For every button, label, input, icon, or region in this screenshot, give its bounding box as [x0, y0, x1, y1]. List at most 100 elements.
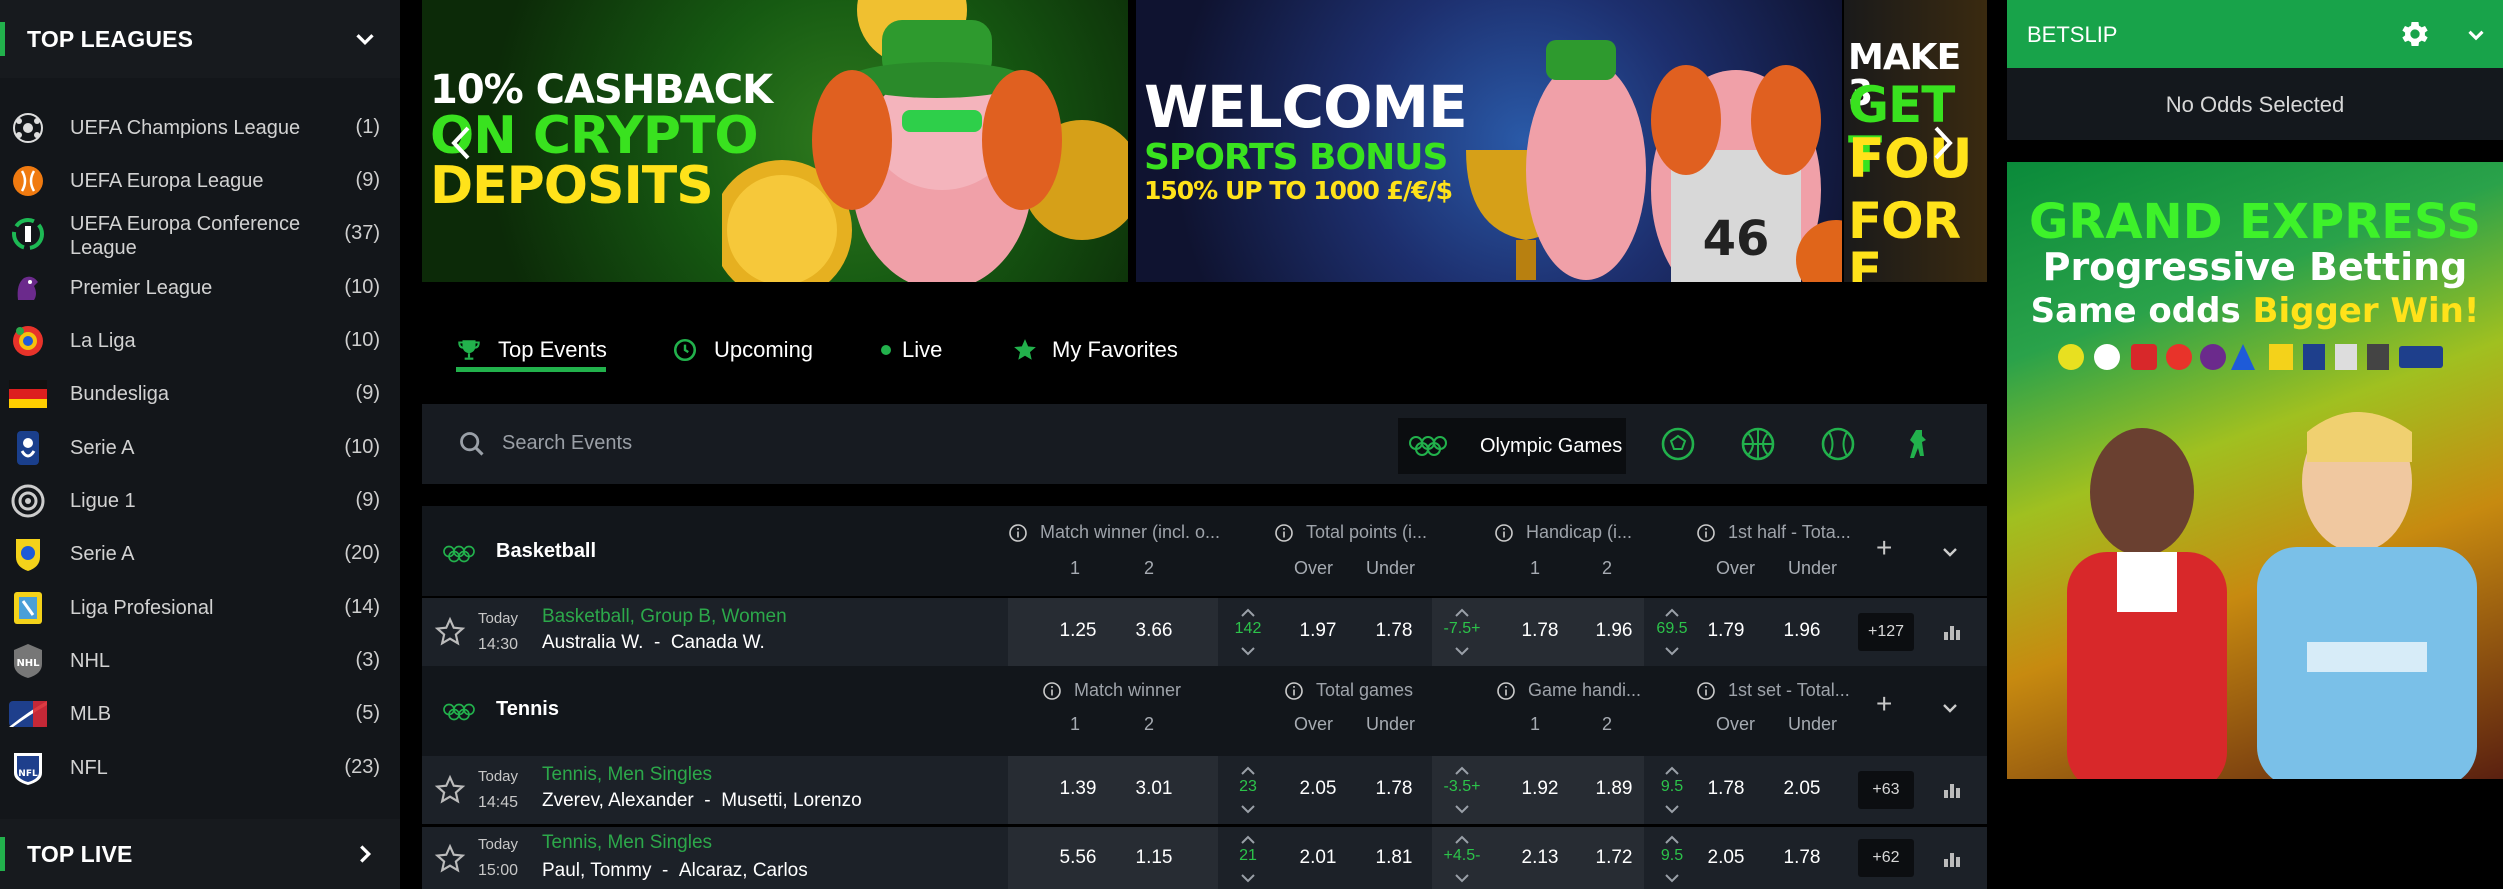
market-sub: Under: [1788, 558, 1838, 578]
odd-button[interactable]: 2.05: [1696, 847, 1756, 869]
sidebar-league-item[interactable]: Ligue 1 (9): [0, 474, 400, 527]
carousel-prev-icon[interactable]: [442, 118, 482, 168]
odd-button[interactable]: 2.13: [1510, 847, 1570, 869]
olympic-games-filter[interactable]: Olympic Games: [1398, 418, 1626, 474]
chevron-down-icon[interactable]: [1938, 696, 1962, 720]
odd-button[interactable]: 1.97: [1288, 620, 1348, 642]
event-competition[interactable]: Basketball, Group B, Women: [542, 606, 787, 628]
tab-live[interactable]: Live: [880, 330, 942, 370]
odd-button[interactable]: 1.25: [1048, 620, 1108, 642]
chevron-right-icon[interactable]: [350, 839, 380, 869]
odd-button[interactable]: 1.89: [1584, 778, 1644, 800]
esports-icon[interactable]: [1900, 426, 1936, 462]
odd-button[interactable]: 1.96: [1584, 620, 1644, 642]
odd-button[interactable]: 1.81: [1364, 847, 1424, 869]
promo-carousel[interactable]: 10% CASHBACK ON CRYPTO DEPOSITS 46 WELCO…: [422, 0, 1987, 282]
event-competition[interactable]: Tennis, Men Singles: [542, 764, 712, 786]
odd-button[interactable]: 1.79: [1696, 620, 1756, 642]
promo-line: Same odds Bigger Win!: [2007, 294, 2503, 328]
sidebar-league-item[interactable]: Serie A (10): [0, 421, 400, 474]
info-icon[interactable]: [1042, 681, 1062, 701]
favorite-star-icon[interactable]: [434, 843, 466, 875]
favorite-star-icon[interactable]: [434, 774, 466, 806]
add-market-button[interactable]: +: [1876, 532, 1892, 564]
info-icon[interactable]: [1494, 523, 1514, 543]
team-away: Alcaraz, Carlos: [678, 860, 808, 881]
promo-line: Progressive Betting: [2042, 245, 2468, 289]
info-icon[interactable]: [1496, 681, 1516, 701]
carousel-next-icon[interactable]: [1922, 118, 1962, 168]
event-teams[interactable]: Paul, Tommy - Alcaraz, Carlos: [542, 860, 808, 882]
odd-button[interactable]: 5.56: [1048, 847, 1108, 869]
basketball-icon[interactable]: [1740, 426, 1776, 462]
odd-button[interactable]: 2.05: [1288, 778, 1348, 800]
chevron-down-icon[interactable]: [2463, 22, 2489, 48]
tab-top-events[interactable]: Top Events: [456, 330, 607, 370]
add-market-button[interactable]: +: [1876, 688, 1892, 720]
odd-button[interactable]: 1.72: [1584, 847, 1644, 869]
odd-button[interactable]: 1.78: [1772, 847, 1832, 869]
team-home: Zverev, Alexander: [542, 790, 694, 811]
odd-button[interactable]: 1.15: [1124, 847, 1184, 869]
info-icon[interactable]: [1696, 681, 1716, 701]
stats-icon[interactable]: [1942, 780, 1962, 800]
odd-button[interactable]: 1.78: [1696, 778, 1756, 800]
welcome-bonus-banner[interactable]: 46 WELCOME SPORTS BONUS 150% UP TO 1000 …: [1136, 0, 1842, 282]
sidebar-league-item[interactable]: Bundesliga (9): [0, 367, 400, 420]
event-row[interactable]: Today 15:00 Tennis, Men Singles Paul, To…: [422, 827, 1987, 889]
filter-label: Olympic Games: [1480, 434, 1623, 457]
event-competition[interactable]: Tennis, Men Singles: [542, 832, 712, 854]
tab-my-favorites[interactable]: My Favorites: [1012, 330, 1178, 370]
event-teams[interactable]: Zverev, Alexander - Musetti, Lorenzo: [542, 790, 862, 812]
sidebar-league-item[interactable]: UEFA Europa Conference League (37): [0, 207, 400, 260]
info-icon[interactable]: [1274, 523, 1294, 543]
stats-icon[interactable]: [1942, 849, 1962, 869]
odd-button[interactable]: 1.78: [1364, 620, 1424, 642]
info-icon[interactable]: [1696, 523, 1716, 543]
event-row[interactable]: Today 14:45 Tennis, Men Singles Zverev, …: [422, 756, 1987, 824]
odd-button[interactable]: 3.66: [1124, 620, 1184, 642]
football-icon[interactable]: [1660, 426, 1696, 462]
search-input[interactable]: Search Events: [502, 432, 632, 455]
sidebar-league-item[interactable]: La Liga (10): [0, 314, 400, 367]
sidebar-league-item[interactable]: UEFA Champions League (1): [0, 101, 400, 154]
tab-upcoming[interactable]: Upcoming: [672, 330, 813, 370]
odd-button[interactable]: 3.01: [1124, 778, 1184, 800]
chevron-down-icon[interactable]: [1938, 540, 1962, 564]
sidebar-league-item[interactable]: MLB (5): [0, 687, 400, 740]
odd-button[interactable]: 1.39: [1048, 778, 1108, 800]
odd-button[interactable]: 1.78: [1510, 620, 1570, 642]
sidebar-league-item[interactable]: Liga Profesional (14): [0, 581, 400, 634]
sidebar-league-item[interactable]: UEFA Europa League (9): [0, 154, 400, 207]
match-winner-odds: 1.39 3.01: [1008, 756, 1218, 824]
stats-icon[interactable]: [1942, 622, 1962, 642]
odd-button[interactable]: 2.01: [1288, 847, 1348, 869]
grand-express-promo[interactable]: GRAND EXPRESS Progressive Betting Same o…: [2007, 162, 2503, 779]
search-icon[interactable]: [458, 430, 486, 458]
odd-button[interactable]: 2.05: [1772, 778, 1832, 800]
make-3-banner[interactable]: MAKE 3 GET T FOU FOR F: [1844, 0, 1987, 282]
event-row[interactable]: Today 14:30 Basketball, Group B, Women A…: [422, 598, 1987, 666]
top-live-header[interactable]: TOP LIVE: [0, 819, 400, 889]
info-icon[interactable]: [1008, 523, 1028, 543]
sidebar-league-item[interactable]: NHL NHL (3): [0, 634, 400, 687]
odd-button[interactable]: 1.92: [1510, 778, 1570, 800]
more-markets-button[interactable]: +62: [1858, 839, 1914, 877]
market-sub: Over: [1716, 714, 1756, 734]
betslip-header[interactable]: BETSLIP: [2007, 0, 2503, 68]
cashback-banner[interactable]: 10% CASHBACK ON CRYPTO DEPOSITS: [422, 0, 1128, 282]
favorite-star-icon[interactable]: [434, 616, 466, 648]
sidebar-league-item[interactable]: Serie A (20): [0, 527, 400, 580]
odd-button[interactable]: 1.78: [1364, 778, 1424, 800]
top-leagues-header[interactable]: TOP LEAGUES: [0, 0, 400, 78]
gear-icon[interactable]: [2399, 18, 2431, 50]
chevron-down-icon[interactable]: [350, 24, 380, 54]
tennis-icon[interactable]: [1820, 426, 1856, 462]
sidebar-league-item[interactable]: Premier League (10): [0, 261, 400, 314]
info-icon[interactable]: [1284, 681, 1304, 701]
odd-button[interactable]: 1.96: [1772, 620, 1832, 642]
more-markets-button[interactable]: +63: [1858, 771, 1914, 809]
event-teams[interactable]: Australia W. - Canada W.: [542, 632, 765, 654]
sidebar-league-item[interactable]: NFL NFL (23): [0, 741, 400, 794]
more-markets-button[interactable]: +127: [1858, 613, 1914, 651]
